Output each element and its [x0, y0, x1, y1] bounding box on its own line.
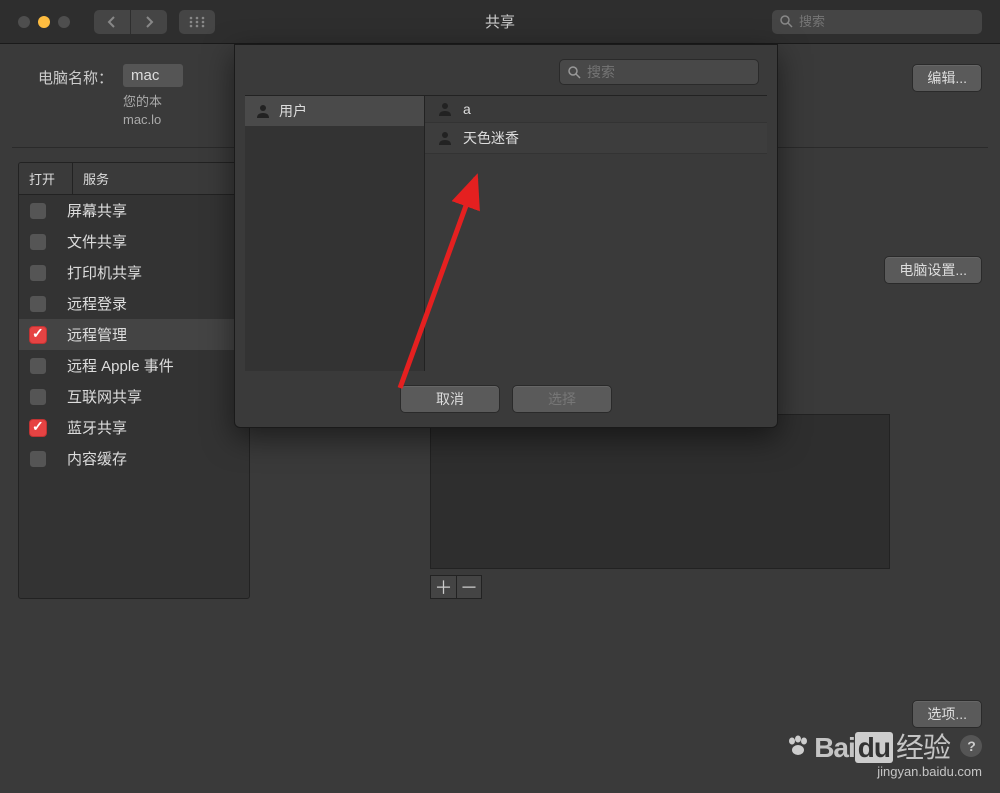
- nav-buttons: [94, 10, 167, 34]
- window-title: 共享: [485, 11, 515, 32]
- service-row[interactable]: 远程 Apple 事件: [19, 350, 249, 381]
- service-checkbox[interactable]: [29, 419, 47, 437]
- service-label: 内容缓存: [67, 448, 239, 469]
- service-row[interactable]: 远程登录: [19, 288, 249, 319]
- service-row[interactable]: 互联网共享: [19, 381, 249, 412]
- user-name: a: [463, 101, 471, 117]
- services-header: 打开 服务: [19, 163, 249, 195]
- person-icon: [437, 101, 453, 117]
- service-checkbox[interactable]: [29, 264, 47, 282]
- service-row[interactable]: 打印机共享: [19, 257, 249, 288]
- service-checkbox[interactable]: [29, 295, 47, 313]
- services-list: 打开 服务 屏幕共享 文件共享 打印机共享 远程登录 远程管理 远程 Apple…: [18, 162, 250, 599]
- group-list: 用户: [245, 96, 425, 371]
- allowed-users-list[interactable]: [430, 414, 890, 569]
- search-icon: [568, 66, 581, 79]
- service-label: 远程登录: [67, 293, 239, 314]
- help-button[interactable]: ?: [960, 735, 982, 757]
- show-all-button[interactable]: [179, 10, 215, 34]
- service-row[interactable]: 文件共享: [19, 226, 249, 257]
- service-checkbox[interactable]: [29, 202, 47, 220]
- service-label: 屏幕共享: [67, 200, 239, 221]
- computer-settings-button[interactable]: 电脑设置...: [884, 256, 982, 284]
- service-checkbox[interactable]: [29, 388, 47, 406]
- service-label: 互联网共享: [67, 386, 239, 407]
- modal-search-input[interactable]: [587, 64, 768, 80]
- search-icon: [780, 15, 793, 28]
- person-icon: [255, 103, 271, 119]
- watermark-url: jingyan.baidu.com: [786, 764, 982, 779]
- options-button[interactable]: 选项...: [912, 700, 982, 728]
- service-checkbox[interactable]: [29, 450, 47, 468]
- modal-search[interactable]: [559, 59, 759, 85]
- user-list: a 天色迷香: [425, 96, 767, 371]
- column-on: 打开: [19, 163, 73, 194]
- service-row[interactable]: 蓝牙共享: [19, 412, 249, 443]
- add-user-button[interactable]: ＋: [430, 575, 456, 599]
- service-label: 蓝牙共享: [67, 417, 239, 438]
- service-row[interactable]: 屏幕共享: [19, 195, 249, 226]
- service-row[interactable]: 内容缓存: [19, 443, 249, 474]
- watermark: Baidu经验 ? jingyan.baidu.com: [786, 726, 982, 779]
- group-label: 用户: [279, 101, 307, 121]
- titlebar-search-input[interactable]: [799, 14, 975, 29]
- service-label: 文件共享: [67, 231, 239, 252]
- paw-icon: [786, 735, 810, 757]
- service-label: 远程管理: [67, 324, 239, 345]
- close-window-button[interactable]: [18, 16, 30, 28]
- cancel-button[interactable]: 取消: [400, 385, 500, 413]
- minimize-window-button[interactable]: [38, 16, 50, 28]
- zoom-window-button[interactable]: [58, 16, 70, 28]
- group-users[interactable]: 用户: [245, 96, 424, 126]
- user-row[interactable]: 天色迷香: [425, 123, 767, 154]
- traffic-lights: [18, 16, 70, 28]
- service-checkbox[interactable]: [29, 233, 47, 251]
- forward-button[interactable]: [131, 10, 167, 34]
- edit-button[interactable]: 编辑...: [912, 64, 982, 92]
- computer-name-label: 电脑名称：: [18, 64, 113, 88]
- user-name: 天色迷香: [463, 128, 519, 148]
- column-service: 服务: [73, 163, 249, 194]
- remove-user-button[interactable]: －: [456, 575, 482, 599]
- computer-name-description: 您的本 mac.lo: [123, 93, 183, 129]
- computer-name-input[interactable]: [123, 64, 183, 87]
- select-button[interactable]: 选择: [512, 385, 612, 413]
- service-label: 打印机共享: [67, 262, 239, 283]
- user-picker-sheet: 用户 a 天色迷香 取消 选择: [234, 44, 778, 428]
- service-row[interactable]: 远程管理: [19, 319, 249, 350]
- back-button[interactable]: [94, 10, 130, 34]
- user-row[interactable]: a: [425, 96, 767, 123]
- person-icon: [437, 130, 453, 146]
- service-label: 远程 Apple 事件: [67, 355, 239, 376]
- service-checkbox[interactable]: [29, 326, 47, 344]
- window-titlebar: 共享: [0, 0, 1000, 44]
- service-checkbox[interactable]: [29, 357, 47, 375]
- titlebar-search[interactable]: [772, 10, 982, 34]
